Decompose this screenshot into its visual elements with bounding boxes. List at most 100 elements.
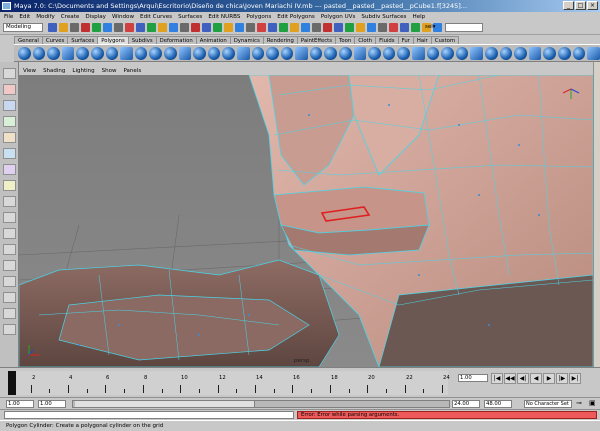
scale-tool-icon[interactable]: [3, 148, 16, 159]
shelf-tool-icon[interactable]: [18, 46, 31, 60]
status-tool-icon[interactable]: [103, 23, 112, 32]
shelf-tool-icon[interactable]: [32, 46, 46, 60]
time-ruler[interactable]: 2 4 6 8 10 12 14 16 18 20 22 24: [8, 371, 450, 395]
shelf-tool-icon[interactable]: [222, 46, 235, 60]
step-back-button[interactable]: ◀|: [517, 373, 529, 384]
shelf-tool-icon[interactable]: [280, 46, 294, 60]
step-back-key-button[interactable]: ◀◀: [504, 373, 516, 384]
status-tool-icon[interactable]: [48, 23, 57, 32]
shelf-tool-icon[interactable]: [353, 46, 367, 60]
maximize-button[interactable]: □: [575, 1, 586, 10]
end-time-field[interactable]: 48.00: [484, 400, 512, 408]
shelf-tool-icon[interactable]: [76, 46, 89, 60]
menu-polygon-uvs[interactable]: Polygon UVs: [321, 14, 356, 20]
go-start-button[interactable]: |◀: [491, 373, 503, 384]
menu-subdiv-surfaces[interactable]: Subdiv Surfaces: [361, 14, 406, 20]
status-tool-icon[interactable]: [202, 23, 211, 32]
layout-list-icon[interactable]: [3, 324, 16, 335]
start-time-field[interactable]: 1.00: [6, 400, 34, 408]
shelf-tool-icon[interactable]: [572, 46, 586, 60]
shelf-tool-icon[interactable]: [134, 46, 148, 60]
shelf-tool-icon[interactable]: [412, 46, 425, 60]
status-tool-icon[interactable]: [191, 23, 200, 32]
menu-display[interactable]: Display: [85, 14, 106, 20]
layout-single-icon[interactable]: [3, 212, 16, 223]
select-tool-icon[interactable]: [3, 68, 16, 79]
status-tool-icon[interactable]: [147, 23, 156, 32]
time-slider[interactable]: 2 4 6 8 10 12 14 16 18 20 22 24 1.00 |◀ ◀◀ ◀| ◀ ▶ |…: [0, 367, 600, 397]
shelf-tool-icon[interactable]: [485, 46, 498, 60]
menu-edit-curves[interactable]: Edit Curves: [140, 14, 172, 20]
status-tool-icon[interactable]: [378, 23, 387, 32]
shelf-tab-curves[interactable]: Curves: [41, 36, 69, 44]
shelf-tool-icon[interactable]: [382, 46, 396, 60]
playback-start-field[interactable]: 1.00: [38, 400, 66, 408]
status-tool-icon[interactable]: [136, 23, 145, 32]
status-tool-icon[interactable]: [334, 23, 343, 32]
layout-persp-icon[interactable]: [3, 244, 16, 255]
menu-edit-nurbs[interactable]: Edit NURBS: [208, 14, 240, 20]
shelf-tool-icon[interactable]: [207, 46, 221, 60]
last-tool-icon[interactable]: [3, 196, 16, 207]
shelf-tool-icon[interactable]: [163, 46, 177, 60]
playback-end-field[interactable]: 24.00: [452, 400, 480, 408]
status-tool-icon[interactable]: [114, 23, 123, 32]
shelf-tab-toon[interactable]: Toon: [335, 36, 356, 44]
layout-hypershade-icon[interactable]: [3, 292, 16, 303]
status-tool-icon[interactable]: [70, 23, 79, 32]
shelf-tab-painteffects[interactable]: PaintEffects: [296, 36, 337, 44]
shelf-tab-dynamics[interactable]: Dynamics: [229, 36, 264, 44]
status-tool-icon[interactable]: [125, 23, 134, 32]
shelf-tool-icon[interactable]: [557, 46, 571, 60]
menu-modify[interactable]: Modify: [36, 14, 55, 20]
shelf-tool-icon[interactable]: [324, 46, 338, 60]
shelf-tool-icon[interactable]: [543, 46, 556, 60]
status-tool-icon[interactable]: [246, 23, 255, 32]
move-tool-icon[interactable]: [3, 116, 16, 127]
status-tool-icon[interactable]: [312, 23, 321, 32]
play-button[interactable]: ▶: [543, 373, 555, 384]
shelf-tab-polygons[interactable]: Polygons: [97, 36, 129, 44]
viewport-menu-lighting[interactable]: Lighting: [72, 68, 94, 74]
shelf-tab-animation[interactable]: Animation: [195, 36, 231, 44]
status-tool-icon[interactable]: [257, 23, 266, 32]
menu-help[interactable]: Help: [412, 14, 425, 20]
shelf-tool-icon[interactable]: [251, 46, 265, 60]
soft-mod-icon[interactable]: [3, 180, 16, 191]
shelf-tool-icon[interactable]: [105, 46, 119, 60]
status-tool-icon[interactable]: [367, 23, 376, 32]
range-slider-thumb[interactable]: [75, 401, 255, 407]
shelf-tool-icon[interactable]: [397, 46, 411, 60]
current-frame-marker[interactable]: [8, 371, 16, 395]
menu-edit[interactable]: Edit: [19, 14, 30, 20]
menu-create[interactable]: Create: [61, 14, 80, 20]
shelf-tab-fur[interactable]: Fur: [397, 36, 414, 44]
side-scrollbar[interactable]: [593, 62, 600, 367]
status-tool-icon[interactable]: [81, 23, 90, 32]
layout-four-icon[interactable]: [3, 228, 16, 239]
shelf-tool-icon[interactable]: [193, 46, 206, 60]
menu-surfaces[interactable]: Surfaces: [178, 14, 202, 20]
mode-selector[interactable]: Modeling: [3, 23, 43, 32]
status-tool-icon[interactable]: [411, 23, 420, 32]
status-tool-icon[interactable]: [169, 23, 178, 32]
shelf-tool-icon[interactable]: [266, 46, 279, 60]
status-tool-icon[interactable]: [400, 23, 409, 32]
shelf-tool-icon[interactable]: [236, 46, 250, 60]
paint-select-icon[interactable]: [3, 100, 16, 111]
shelf-tab-fluids[interactable]: Fluids: [375, 36, 399, 44]
status-tool-icon[interactable]: [389, 23, 398, 32]
shelf-tool-icon[interactable]: [426, 46, 440, 60]
quick-selection-field[interactable]: [445, 23, 483, 32]
status-tool-icon[interactable]: [224, 23, 233, 32]
shelf-tool-icon[interactable]: [499, 46, 513, 60]
layout-outliner-icon[interactable]: [3, 260, 16, 271]
prefs-icon[interactable]: ▣: [589, 399, 596, 407]
status-tool-icon[interactable]: [323, 23, 332, 32]
shelf-tool-icon[interactable]: [149, 46, 162, 60]
status-tool-icon[interactable]: [180, 23, 189, 32]
menu-file[interactable]: File: [4, 14, 13, 20]
play-back-button[interactable]: ◀: [530, 373, 542, 384]
shelf-tool-icon[interactable]: [528, 46, 542, 60]
layout-graph-icon[interactable]: [3, 276, 16, 287]
